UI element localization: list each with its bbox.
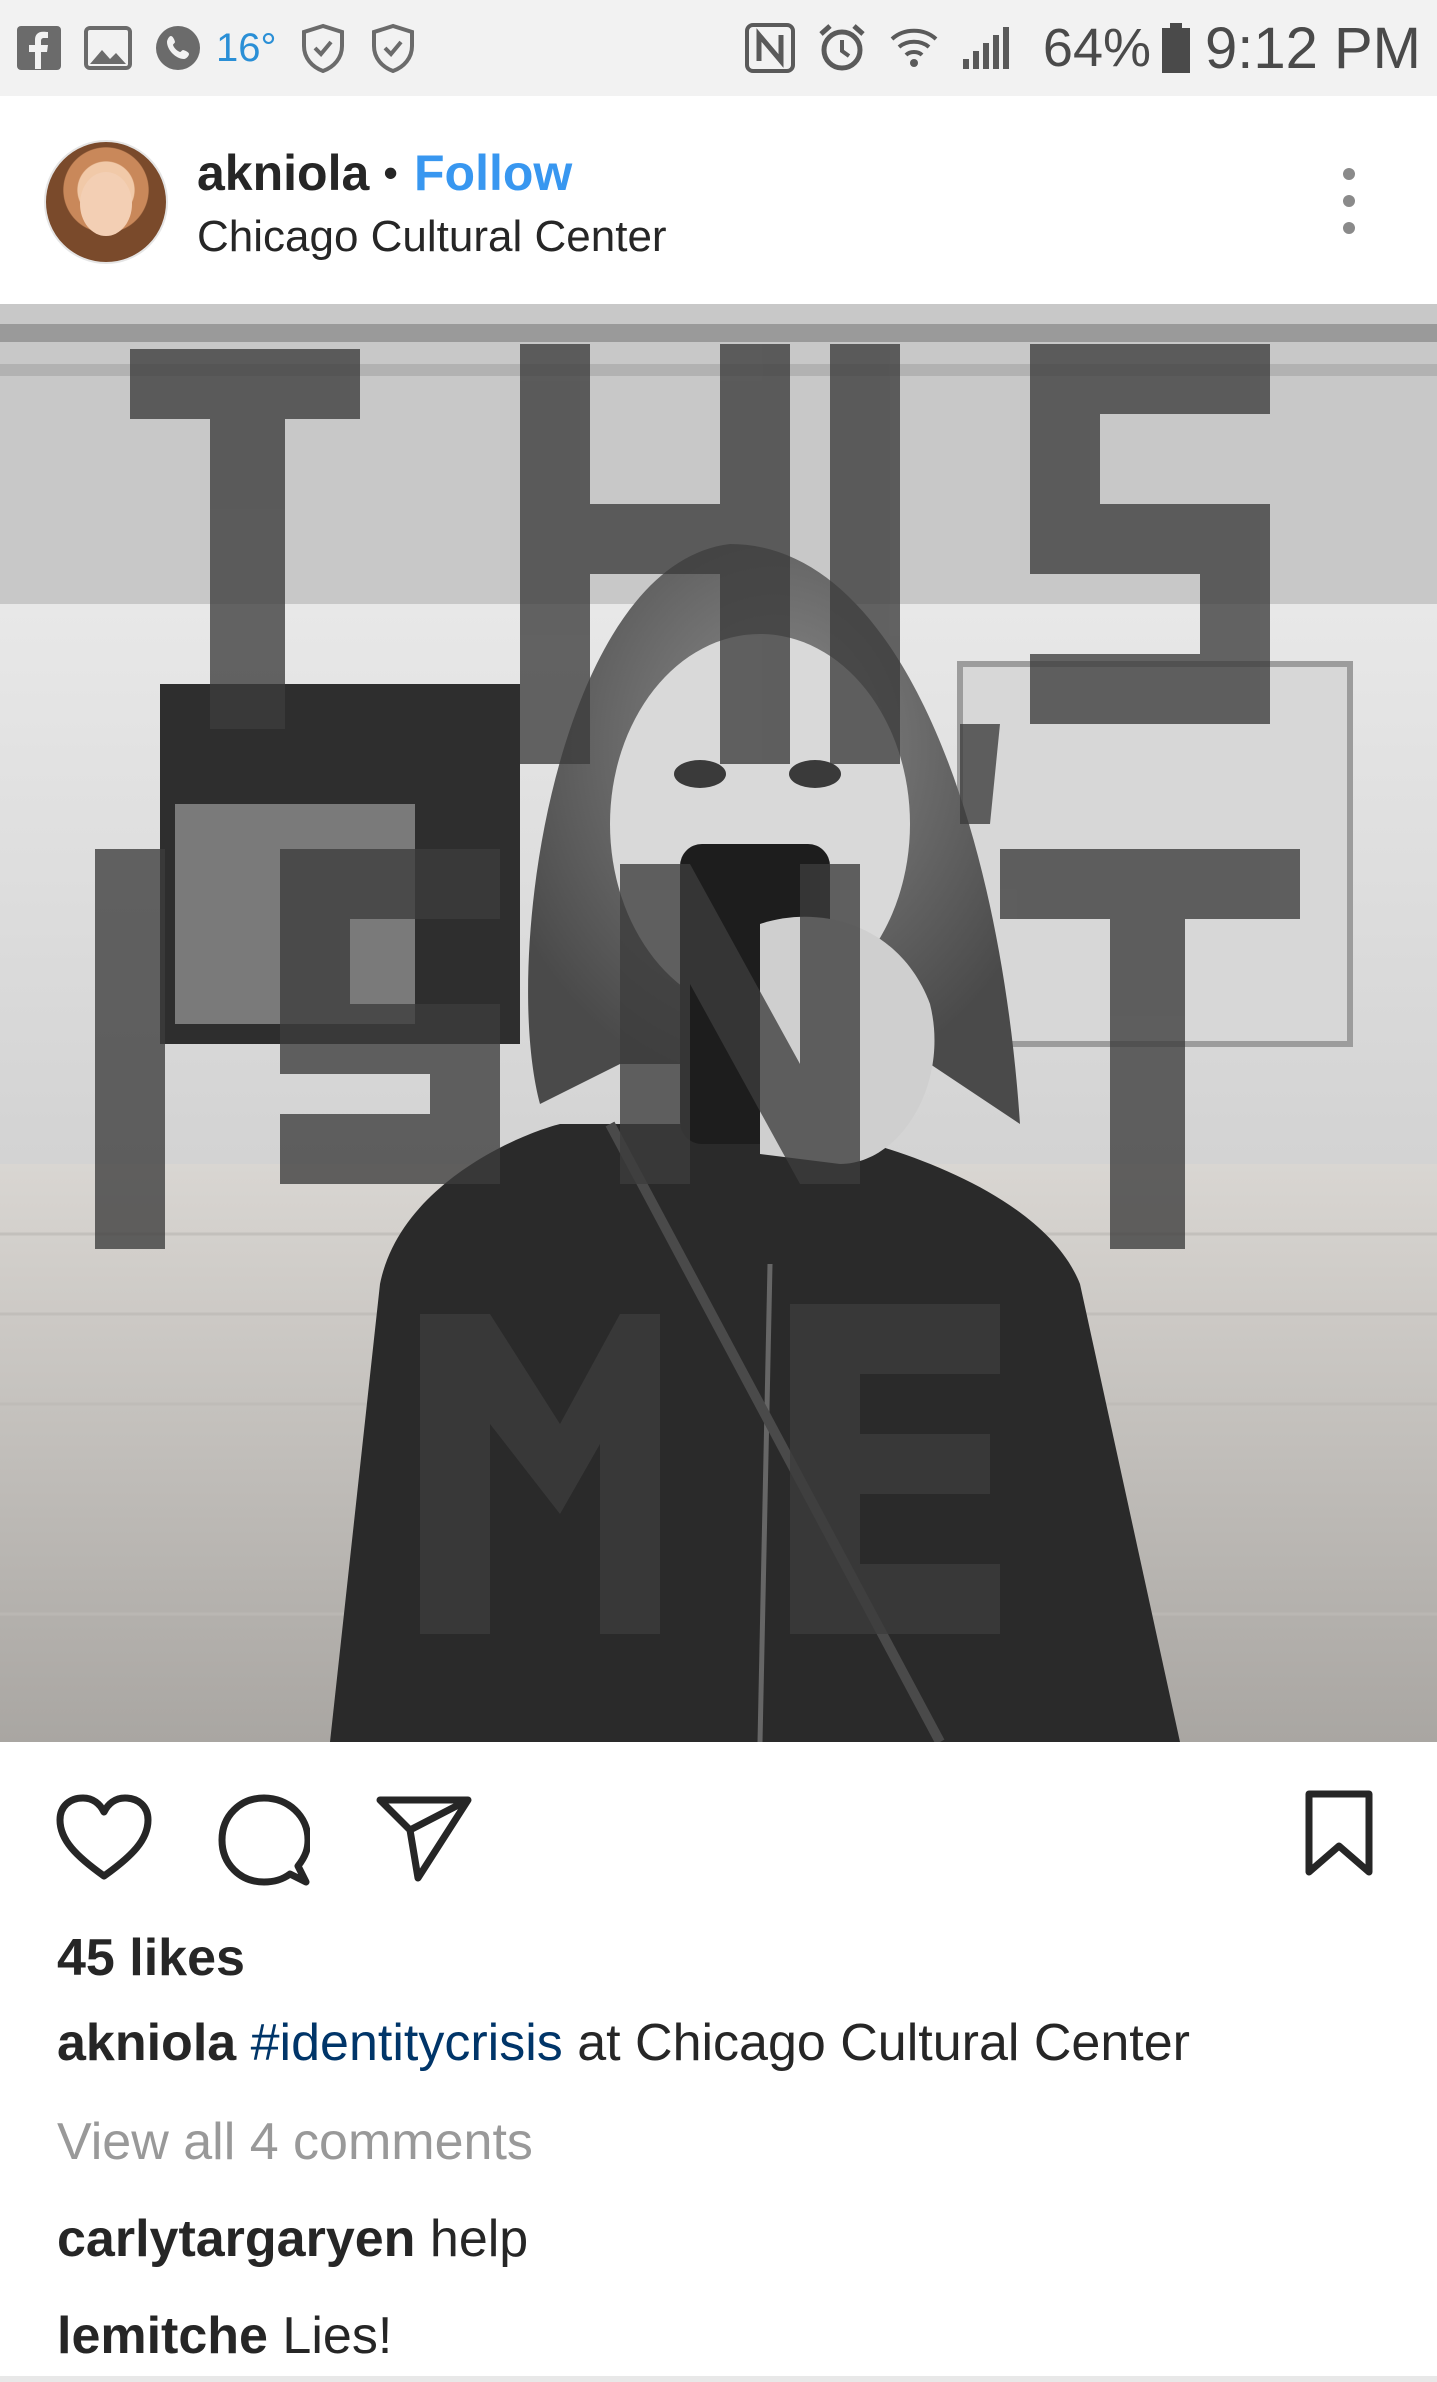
post-location[interactable]: Chicago Cultural Center	[197, 212, 667, 262]
comment-text: help	[415, 2210, 529, 2268]
phone-icon	[154, 24, 202, 72]
clock: 9:12 PM	[1205, 15, 1421, 81]
shield-icon	[369, 23, 417, 73]
comment-text: Lies!	[267, 2307, 393, 2365]
view-all-comments-link[interactable]: View all 4 comments	[57, 2112, 533, 2172]
signal-icon	[961, 25, 1011, 71]
more-options-icon[interactable]	[1337, 168, 1361, 234]
caption-text: at Chicago Cultural Center	[562, 2014, 1190, 2072]
comment-icon[interactable]	[218, 1794, 312, 1891]
status-bar-right: 64% 9:12 PM	[744, 15, 1421, 81]
status-bar: 16° 64% 9:12 PM	[0, 0, 1437, 96]
comment-item: carlytargaryen help	[57, 2209, 528, 2269]
shield-icon	[299, 23, 347, 73]
photo-illustration	[0, 304, 1437, 1742]
likes-count[interactable]: 45 likes	[57, 1928, 245, 1988]
comment-item: lemitche Lies!	[57, 2306, 392, 2366]
post-photo[interactable]	[0, 304, 1437, 1742]
avatar[interactable]	[44, 140, 168, 264]
post-header-text: akniola • Follow Chicago Cultural Center	[197, 142, 667, 262]
bottom-divider	[0, 2376, 1437, 2382]
status-bar-left: 16°	[16, 20, 439, 76]
share-icon[interactable]	[376, 1794, 472, 1887]
caption-hashtag[interactable]: #identitycrisis	[251, 2014, 563, 2072]
facebook-icon	[16, 25, 62, 71]
comment-username[interactable]: carlytargaryen	[57, 2210, 415, 2268]
bookmark-icon[interactable]	[1305, 1790, 1373, 1881]
nfc-icon	[744, 23, 795, 73]
username-row: akniola • Follow	[197, 142, 667, 204]
post-username[interactable]: akniola	[197, 144, 369, 202]
wifi-icon	[889, 25, 939, 71]
action-bar	[0, 1742, 1437, 1892]
follow-button[interactable]: Follow	[414, 144, 572, 202]
heart-icon[interactable]	[56, 1794, 152, 1885]
separator-dot: •	[383, 149, 399, 196]
battery-percent: 64%	[1042, 18, 1151, 78]
temperature: 16°	[216, 25, 277, 70]
post-header: akniola • Follow Chicago Cultural Center	[0, 96, 1437, 304]
battery-icon	[1161, 22, 1191, 74]
caption-username[interactable]: akniola	[57, 2014, 236, 2072]
gallery-icon	[84, 26, 132, 70]
comment-username[interactable]: lemitche	[57, 2307, 268, 2365]
avatar-face	[80, 172, 132, 236]
alarm-icon	[817, 22, 867, 74]
post-caption: akniola #identitycrisis at Chicago Cultu…	[57, 2013, 1190, 2073]
